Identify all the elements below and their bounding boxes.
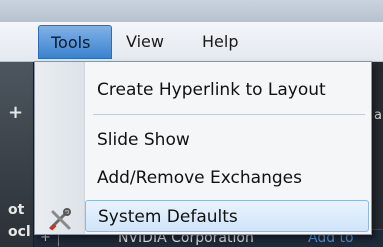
tools-icon [49,208,71,231]
menu-item-add-remove-exchanges[interactable]: Add/Remove Exchanges [87,162,369,194]
partial-label: ot [8,202,25,218]
menu-item-system-defaults[interactable]: System Defaults [85,200,369,232]
window-titlebar [0,0,383,22]
menu-bar: Tools View Help [0,22,383,62]
partial-label: ar [374,108,383,123]
tools-dropdown-menu: Create Hyperlink to Layout Slide Show Ad… [34,61,372,235]
partial-label: ocl [8,224,31,240]
menu-item-slide-show[interactable]: Slide Show [87,124,369,156]
menu-view[interactable]: View [114,25,174,59]
menu-item-create-hyperlink[interactable]: Create Hyperlink to Layout [87,74,369,106]
menu-help[interactable]: Help [190,25,252,59]
add-icon[interactable]: + [8,102,23,123]
menu-tools[interactable]: Tools [38,25,112,59]
left-toolbar: + ot ocl [0,62,34,247]
menu-separator [93,114,365,115]
